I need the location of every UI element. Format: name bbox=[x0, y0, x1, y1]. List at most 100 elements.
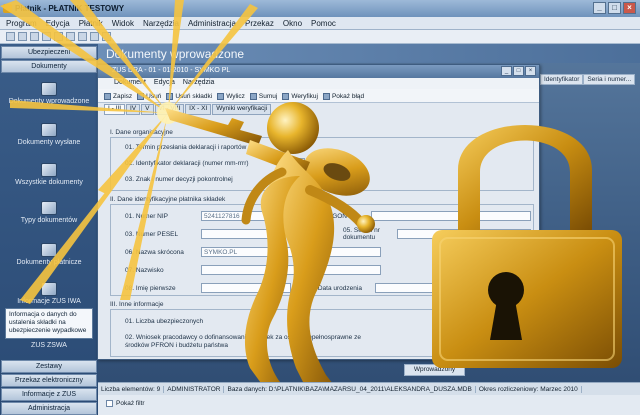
dialog-tabs: I - III IV V VI - VIII IX - XI Wyniki we… bbox=[98, 103, 539, 115]
status-item-count: Liczba elementów: 9 bbox=[98, 385, 165, 393]
field-num: 05. bbox=[343, 227, 353, 234]
tab-i-iii[interactable]: I - III bbox=[104, 104, 125, 115]
delete-icon[interactable] bbox=[78, 32, 87, 41]
sent-document-icon bbox=[41, 123, 57, 137]
app-logo-icon bbox=[3, 4, 12, 13]
identyfikator-deklaracji-field[interactable]: 01 bbox=[281, 158, 305, 168]
usun-button[interactable]: Usuń bbox=[137, 91, 161, 102]
sidebar-item-typy-dokumentow[interactable]: Typy dokumentów bbox=[2, 201, 96, 224]
dialog-close-button[interactable]: × bbox=[525, 66, 536, 76]
sidebar-tab-ubezpieczeni[interactable]: Ubezpieczeni bbox=[1, 46, 97, 59]
field-text: Identyfikator deklaracji (numer mm-rrrr) bbox=[135, 160, 249, 167]
field-text: Imię pierwsze bbox=[135, 285, 176, 292]
sidebar-item-dokumenty-wyslane[interactable]: Dokumenty wysłane bbox=[2, 123, 96, 146]
field-text: Data urodzenia bbox=[317, 285, 362, 292]
open-icon[interactable] bbox=[6, 32, 15, 41]
wniosek-pfron-field[interactable] bbox=[463, 336, 529, 346]
liczba-ubezpieczonych-field[interactable] bbox=[463, 316, 529, 326]
main-toolbar bbox=[0, 30, 640, 44]
tab-iv[interactable]: IV bbox=[126, 104, 141, 115]
info-box[interactable]: Informacja o danych do ustalenia składki… bbox=[5, 308, 93, 339]
menu-administracja[interactable]: Administracja bbox=[188, 19, 236, 29]
field-label: 06. Nazwa skrócona bbox=[125, 249, 184, 256]
regon-field[interactable] bbox=[371, 211, 531, 221]
column-header-seria[interactable]: Seria i numer... bbox=[583, 74, 636, 85]
menu-edycja[interactable]: Edycja bbox=[46, 19, 70, 29]
menu-narzedzia[interactable]: Narzędzia bbox=[143, 19, 179, 29]
tab-wyniki-weryfikacji[interactable]: Wyniki weryfikacji bbox=[212, 104, 272, 115]
tab-vi-viii[interactable]: VI - VIII bbox=[154, 104, 185, 115]
minimize-button[interactable]: _ bbox=[593, 2, 606, 14]
filter-checkbox[interactable] bbox=[106, 400, 113, 407]
zapisz-button[interactable]: Zapisz bbox=[104, 91, 132, 102]
sidebar-item-dokumenty-wprowadzone[interactable]: Dokumenty wprowadzone bbox=[2, 82, 96, 105]
weryfikuj-button[interactable]: Weryfikuj bbox=[282, 91, 318, 102]
save-icon[interactable] bbox=[18, 32, 27, 41]
dialog-menu-dokument[interactable]: Dokument bbox=[114, 79, 146, 89]
document-icon bbox=[41, 82, 57, 96]
column-header-identyfikator[interactable]: Identyfikator bbox=[540, 74, 584, 85]
seria-dokumentu-field[interactable] bbox=[397, 229, 531, 239]
sidebar-item-label: Wszystkie dokumenty bbox=[15, 179, 83, 186]
maximize-button[interactable]: □ bbox=[608, 2, 621, 14]
dialog-menu-narzedzia[interactable]: Narzędzia bbox=[183, 79, 215, 89]
send-icon[interactable] bbox=[102, 32, 111, 41]
status-bar: Liczba elementów: 9 ADMINISTRATOR Baza d… bbox=[98, 382, 640, 395]
close-button[interactable]: × bbox=[623, 2, 636, 14]
filter-label: Pokaż filtr bbox=[116, 400, 145, 408]
menu-widok[interactable]: Widok bbox=[112, 19, 134, 29]
dialog-title-bar: ZUS DRA - 01 - 01-2010 - SYMKO PL _ □ × bbox=[98, 65, 539, 78]
app-title: Płatnik - PŁATNIK TESTOWY bbox=[15, 4, 125, 13]
data-urodzenia-field[interactable] bbox=[375, 283, 455, 293]
field-num: 03. bbox=[125, 176, 135, 183]
usun-skladki-button[interactable]: Usuń składki bbox=[166, 91, 212, 102]
sidebar-tab-informacje-z-zus[interactable]: Informacje z ZUS bbox=[1, 388, 97, 401]
app-title-bar: Płatnik - PŁATNIK TESTOWY _ □ × bbox=[0, 0, 640, 17]
sidebar-tab-przekaz-elektroniczny[interactable]: Przekaz elektroniczny bbox=[1, 374, 97, 387]
imie-field[interactable] bbox=[201, 283, 291, 293]
sidebar-tab-zestawy[interactable]: Zestawy bbox=[1, 360, 97, 373]
section-header-dane-organizacyjne: I. Dane organizacyjne bbox=[110, 129, 173, 136]
sumuj-button[interactable]: Sumuj bbox=[249, 91, 277, 102]
pokaz-blad-label: Pokaż błąd bbox=[331, 93, 365, 100]
pokaz-blad-button[interactable]: Pokaż błąd bbox=[322, 91, 365, 102]
copy-icon[interactable] bbox=[66, 32, 75, 41]
menu-pomoc[interactable]: Pomoc bbox=[311, 19, 336, 29]
menu-program[interactable]: Program bbox=[6, 19, 37, 29]
dialog-maximize-button[interactable]: □ bbox=[513, 66, 524, 76]
nazwisko-field[interactable] bbox=[201, 265, 381, 275]
usun-label: Usuń bbox=[146, 93, 162, 100]
nip-field[interactable]: 5241127816 bbox=[201, 211, 273, 221]
menu-platnik[interactable]: Płatnik bbox=[79, 19, 103, 29]
sidebar-item-wszystkie-dokumenty[interactable]: Wszystkie dokumenty bbox=[2, 163, 96, 186]
check-icon[interactable] bbox=[90, 32, 99, 41]
dialog-minimize-button[interactable]: _ bbox=[501, 66, 512, 76]
section-header-inne-informacje: III. Inne informacje bbox=[110, 301, 164, 308]
new-document-icon[interactable] bbox=[54, 32, 63, 41]
tab-v[interactable]: V bbox=[141, 104, 154, 115]
dialog-menu-edycja[interactable]: Edycja bbox=[154, 79, 175, 89]
document-dialog: ZUS DRA - 01 - 01-2010 - SYMKO PL _ □ × … bbox=[97, 64, 540, 360]
section-dane-organizacyjne: 01. Termin przesłania deklaracji i rapor… bbox=[110, 137, 534, 191]
tab-ix-xi[interactable]: IX - XI bbox=[185, 104, 212, 115]
nazwa-skrocona-field[interactable]: SYMKO.PL bbox=[201, 247, 381, 257]
wylicz-button[interactable]: Wylicz bbox=[217, 91, 245, 102]
sidebar-item-zus-zswa[interactable]: ZUS ZSWA bbox=[2, 342, 96, 349]
field-label: 02. Numer REGON bbox=[291, 213, 347, 220]
print-icon[interactable] bbox=[30, 32, 39, 41]
sidebar-tab-administracja[interactable]: Administracja bbox=[1, 402, 97, 415]
usun-skladki-label: Usuń składki bbox=[175, 93, 213, 100]
sidebar-tab-dokumenty[interactable]: Dokumenty bbox=[1, 60, 97, 73]
field-text: Nazwa skrócona bbox=[135, 249, 184, 256]
field-text: Nazwisko bbox=[135, 267, 164, 274]
delete-icon bbox=[137, 93, 145, 100]
menu-okno[interactable]: Okno bbox=[283, 19, 302, 29]
dialog-menu-bar: Dokument Edycja Narzędzia bbox=[98, 78, 539, 89]
sidebar-item-dokumenty-platnicze[interactable]: Dokumenty płatnicze bbox=[2, 243, 96, 266]
refresh-icon[interactable] bbox=[42, 32, 51, 41]
menu-przekaz[interactable]: Przekaz bbox=[245, 19, 274, 29]
pesel-field[interactable] bbox=[201, 229, 273, 239]
sidebar-item-informacje-zus-iwa[interactable]: Informacje ZUS IWA bbox=[2, 282, 96, 305]
field-num: 02. bbox=[291, 213, 301, 220]
field-num: 03. bbox=[125, 231, 135, 238]
